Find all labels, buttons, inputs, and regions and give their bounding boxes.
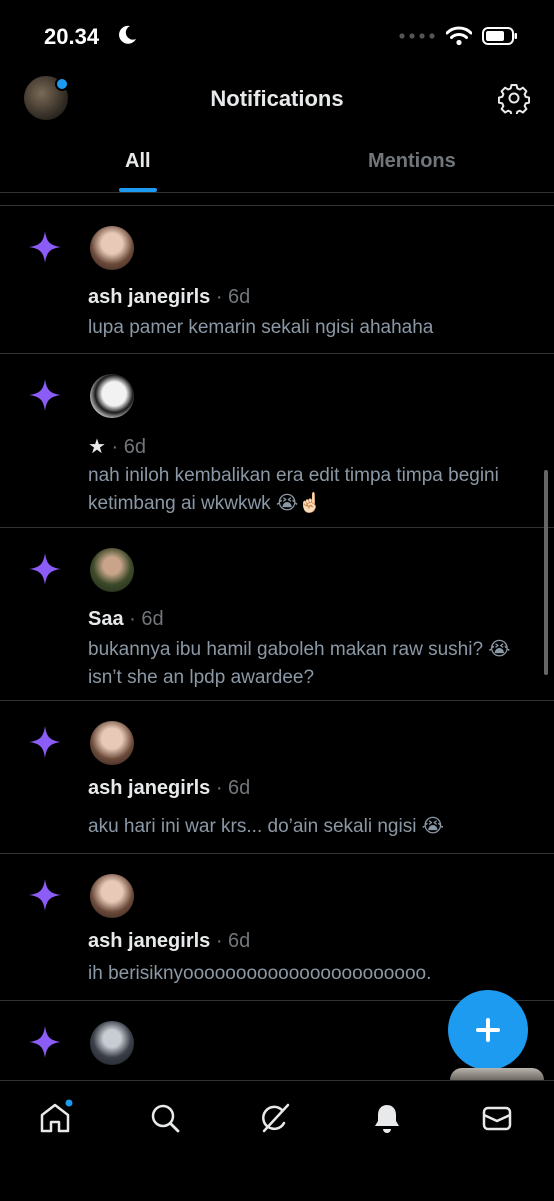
notification-item[interactable]: ash janegirls · 6d ih berisiknyooooooooo… <box>0 854 554 1001</box>
notification-meta: Saa · 6d <box>88 608 164 631</box>
author-name[interactable]: ★ <box>88 436 106 458</box>
notification-text: nah iniloh kembalikan era edit timpa tim… <box>88 465 499 514</box>
page-title: Notifications <box>210 86 344 111</box>
notifications-feed[interactable]: ash janegirls · 6d lupa pamer kemarin se… <box>0 193 554 1080</box>
floating-thumbnail[interactable] <box>450 1068 544 1080</box>
notification-text: bukannya ibu hamil gaboleh makan raw sus… <box>88 639 511 688</box>
notification-text: aku hari ini war krs... do’ain sekali ng… <box>88 816 444 837</box>
timestamp: · 6d <box>129 608 164 630</box>
notification-text: lupa pamer kemarin sekali ngisi ahahaha <box>88 317 434 338</box>
wifi-icon <box>446 26 472 46</box>
notification-tabs: All Mentions <box>0 130 554 193</box>
author-name[interactable]: Saa <box>88 608 124 630</box>
tab-all[interactable]: All <box>125 150 151 173</box>
grok-icon[interactable] <box>258 1101 292 1135</box>
timestamp: · 6d <box>215 930 251 952</box>
sparkle-icon <box>29 726 61 758</box>
notification-text: ih berisiknyooooooooooooooooooooooo. <box>88 963 432 984</box>
notification-meta: ash janegirls · 6d <box>88 930 250 953</box>
timestamp: · 6d <box>215 777 251 799</box>
battery-icon <box>482 27 517 45</box>
scrollbar[interactable] <box>544 470 548 675</box>
notification-item[interactable]: ash janegirls · 6d aku hari ini war krs.… <box>0 701 554 854</box>
signal-dots-icon <box>399 33 435 39</box>
sparkle-icon <box>29 553 61 585</box>
avatar[interactable] <box>90 226 134 270</box>
feed-divider <box>0 193 554 206</box>
active-tab-indicator <box>119 188 157 192</box>
avatar[interactable] <box>90 374 134 418</box>
status-time: 20.34 <box>44 24 100 49</box>
status-indicators <box>398 26 518 46</box>
notification-meta: ash janegirls · 6d <box>88 777 250 800</box>
sparkle-icon <box>29 231 61 263</box>
plus-vertical <box>486 1018 490 1042</box>
do-not-disturb-moon-icon <box>119 25 136 44</box>
search-icon[interactable] <box>148 1101 182 1135</box>
status-bar: 20.34 <box>0 0 554 70</box>
notifications-icon[interactable] <box>370 1101 404 1135</box>
notification-item[interactable]: ★ · 6d nah iniloh kembalikan era edit ti… <box>0 354 554 528</box>
avatar[interactable] <box>90 874 134 918</box>
gear-icon[interactable] <box>498 82 530 114</box>
notification-item[interactable]: ash janegirls · 6d lupa pamer kemarin se… <box>0 206 554 354</box>
sparkle-icon <box>29 1026 61 1058</box>
avatar[interactable] <box>90 548 134 592</box>
sparkle-icon <box>29 379 61 411</box>
author-name[interactable]: ash janegirls <box>88 930 210 952</box>
messages-icon[interactable] <box>480 1101 514 1135</box>
author-name[interactable]: ash janegirls <box>88 777 210 799</box>
app-header: Notifications <box>0 70 554 130</box>
timestamp: · 6d <box>215 286 251 308</box>
bottom-nav <box>0 1080 554 1201</box>
notification-meta: ★ · 6d <box>88 434 146 459</box>
avatar[interactable] <box>90 721 134 765</box>
timestamp: · 6d <box>111 436 146 458</box>
compose-plus-icon[interactable] <box>448 990 528 1070</box>
notification-item[interactable]: Saa · 6d bukannya ibu hamil gaboleh maka… <box>0 528 554 701</box>
sparkle-icon <box>29 879 61 911</box>
avatar[interactable] <box>90 1021 134 1065</box>
notification-meta: ash janegirls · 6d <box>88 286 250 309</box>
author-name[interactable]: ash janegirls <box>88 286 210 308</box>
tab-mentions[interactable]: Mentions <box>368 150 456 173</box>
home-icon[interactable] <box>38 1097 75 1135</box>
